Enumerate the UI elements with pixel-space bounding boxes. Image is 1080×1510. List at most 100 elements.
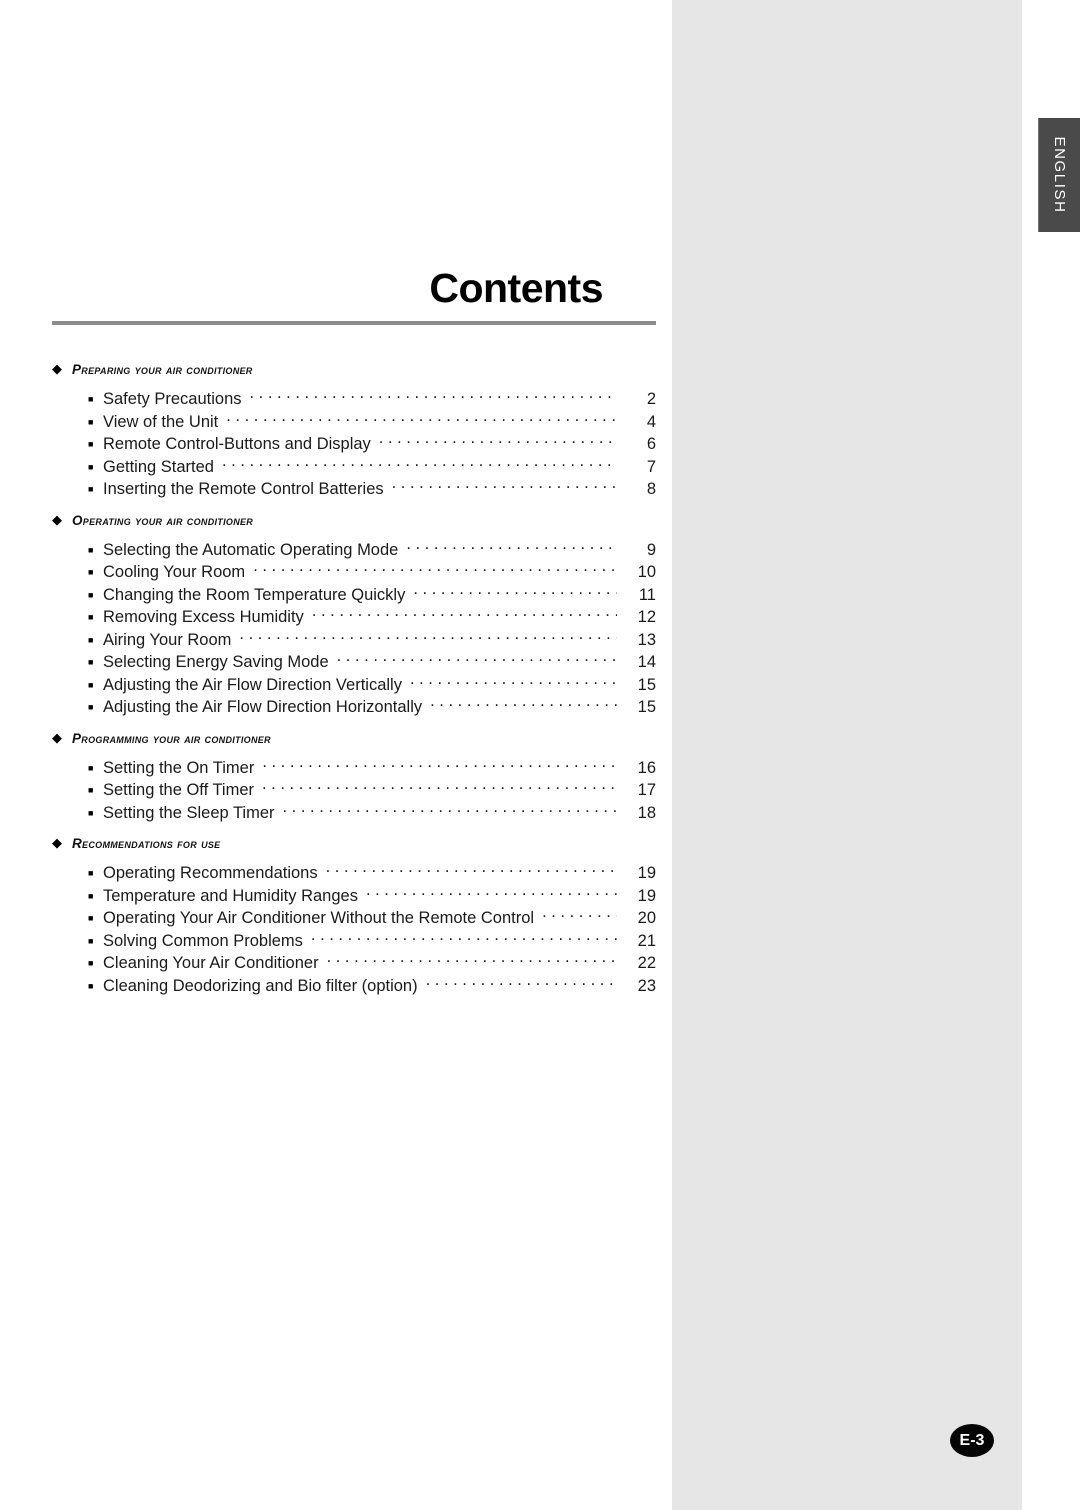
dot-leader [239, 629, 617, 645]
toc-section: ◆ Programming your air conditioner ■ Settin… [52, 731, 656, 825]
toc-entry-label: Adjusting the Air Flow Direction Horizon… [103, 698, 423, 716]
toc-entry-page-number: 8 [646, 480, 656, 498]
toc-entry-label: Airing Your Room [103, 630, 232, 649]
diamond-icon: ◆ [52, 729, 62, 745]
toc-section-heading: ◆ Recommendations for use [52, 836, 656, 858]
diamond-icon: ◆ [52, 835, 62, 850]
dot-leader [379, 433, 617, 449]
toc-section-heading: ◆ Operating your air conditioner [52, 513, 656, 535]
toc-entry[interactable]: ■ Temperature and Humidity Ranges 19 [52, 885, 656, 908]
toc-section: ◆ Preparing your air conditioner ■ Safety P… [52, 362, 656, 501]
toc-entry-page-number: 15 [637, 675, 656, 694]
square-bullet-icon: ■ [88, 980, 94, 991]
toc-section-heading-label: Programming your air conditioner [72, 730, 271, 746]
language-tab-english[interactable]: ENGLISH [1038, 118, 1080, 232]
square-bullet-icon: ■ [88, 612, 94, 622]
toc-entry-page-number: 4 [646, 412, 656, 431]
toc-entry[interactable]: ■ Getting Started 7 [52, 456, 656, 479]
toc-entry-label: Cleaning Deodorizing and Bio filter (opt… [103, 976, 418, 995]
toc-entry-page-number: 9 [646, 540, 656, 559]
toc-entry[interactable]: ■ Setting the Sleep Timer 18 [52, 802, 656, 825]
square-bullet-icon: ■ [88, 394, 94, 404]
toc-entry[interactable]: ■ Operating Recommendations 19 [52, 862, 656, 885]
dot-leader [430, 696, 617, 712]
toc-section: ◆ Operating your air conditioner ■ Selectin… [52, 513, 656, 719]
toc-entry-page-number: 22 [637, 954, 656, 972]
toc-entry-page-number: 12 [637, 608, 656, 626]
toc-entry[interactable]: ■ Adjusting the Air Flow Direction Vertic… [52, 674, 656, 697]
dot-leader [312, 606, 617, 622]
toc-entry[interactable]: ■ Cleaning Deodorizing and Bio filter (op… [52, 975, 656, 998]
dot-leader [222, 456, 617, 472]
square-bullet-icon: ■ [88, 890, 94, 901]
toc-entry-label: Temperature and Humidity Ranges [103, 886, 358, 905]
toc-entry-label: Selecting the Automatic Operating Mode [103, 540, 399, 559]
toc-entry-label: Removing Excess Humidity [103, 608, 304, 626]
toc-entry-label: Changing the Room Temperature Quickly [103, 585, 406, 604]
toc-entry-page-number: 15 [637, 698, 656, 716]
dot-leader [283, 802, 617, 818]
dot-leader [426, 975, 617, 991]
toc-section-heading-label: Preparing your air conditioner [72, 362, 253, 377]
square-bullet-icon: ■ [88, 958, 94, 968]
toc-entry[interactable]: ■ Inserting the Remote Control Batteries 8 [52, 478, 656, 501]
toc-entry-page-number: 19 [637, 886, 656, 905]
toc-entry-label: Getting Started [103, 457, 214, 476]
dot-leader [253, 561, 617, 577]
toc-entry-label: View of the Unit [103, 412, 219, 431]
toc-entry-label: Setting the Off Timer [103, 781, 255, 799]
toc-entry[interactable]: ■ Cleaning Your Air Conditioner 22 [52, 952, 656, 975]
toc-entry[interactable]: ■ Setting the On Timer 16 [52, 757, 656, 780]
toc-entry-page-number: 20 [637, 909, 656, 927]
toc-entry[interactable]: ■ Solving Common Problems 21 [52, 930, 656, 953]
toc-entry[interactable]: ■ Cooling Your Room 10 [52, 561, 656, 584]
toc-entry[interactable]: ■ Remote Control-Buttons and Display 6 [52, 433, 656, 456]
toc-entry-page-number: 2 [646, 390, 656, 408]
toc-entry-label: Inserting the Remote Control Batteries [103, 480, 384, 498]
toc-entry-page-number: 23 [637, 976, 656, 995]
diamond-icon: ◆ [52, 361, 62, 376]
toc-entry-label: Setting the Sleep Timer [103, 803, 275, 822]
square-bullet-icon: ■ [88, 679, 94, 690]
page-number-badge: E-3 [950, 1424, 994, 1457]
square-bullet-icon: ■ [88, 913, 94, 923]
toc-entry-label: Safety Precautions [103, 390, 242, 408]
toc-entry-label: Operating Recommendations [103, 864, 318, 882]
toc-entry-page-number: 7 [646, 457, 656, 476]
toc-section: ◆ Recommendations for use ■ Operating Recom… [52, 836, 656, 997]
square-bullet-icon: ■ [88, 567, 94, 577]
toc-entry-label: Operating Your Air Conditioner Without t… [103, 909, 535, 927]
toc-entry[interactable]: ■ Adjusting the Air Flow Direction Horizo… [52, 696, 656, 719]
toc-entry-page-number: 11 [638, 585, 656, 604]
toc-entry[interactable]: ■ Operating Your Air Conditioner Without … [52, 907, 656, 930]
toc-entry[interactable]: ■ Setting the Off Timer 17 [52, 779, 656, 802]
toc-entry[interactable]: ■ Safety Precautions 2 [52, 388, 656, 411]
toc-entry[interactable]: ■ Selecting Energy Saving Mode 14 [52, 651, 656, 674]
toc-section-heading-label: Operating your air conditioner [72, 512, 254, 528]
toc-entry[interactable]: ■ Removing Excess Humidity 12 [52, 606, 656, 629]
dot-leader [326, 862, 617, 878]
dot-leader [413, 584, 617, 600]
toc-entry[interactable]: ■ Changing the Room Temperature Quickly 11 [52, 584, 656, 607]
toc-entry[interactable]: ■ Airing Your Room 13 [52, 629, 656, 652]
toc-entry-label: Cooling Your Room [103, 563, 246, 581]
square-bullet-icon: ■ [88, 807, 94, 818]
square-bullet-icon: ■ [88, 484, 94, 494]
toc-section-heading: ◆ Programming your air conditioner [52, 731, 656, 753]
square-bullet-icon: ■ [88, 634, 94, 645]
diamond-icon: ◆ [52, 511, 62, 527]
square-bullet-icon: ■ [88, 702, 94, 712]
dot-leader [406, 539, 617, 555]
toc-entry-page-number: 21 [637, 931, 656, 950]
right-gray-panel [672, 0, 1022, 1510]
toc-entry-page-number: 10 [637, 563, 656, 581]
dot-leader [262, 757, 617, 773]
square-bullet-icon: ■ [88, 935, 94, 946]
toc-section-heading: ◆ Preparing your air conditioner [52, 362, 656, 384]
toc-entry-label: Cleaning Your Air Conditioner [103, 954, 319, 972]
dot-leader [366, 885, 617, 901]
toc-entry[interactable]: ■ View of the Unit 4 [52, 411, 656, 434]
toc-entry[interactable]: ■ Selecting the Automatic Operating Mode 9 [52, 539, 656, 562]
toc-entry-label: Solving Common Problems [103, 931, 303, 950]
toc-entry-page-number: 14 [637, 653, 656, 671]
